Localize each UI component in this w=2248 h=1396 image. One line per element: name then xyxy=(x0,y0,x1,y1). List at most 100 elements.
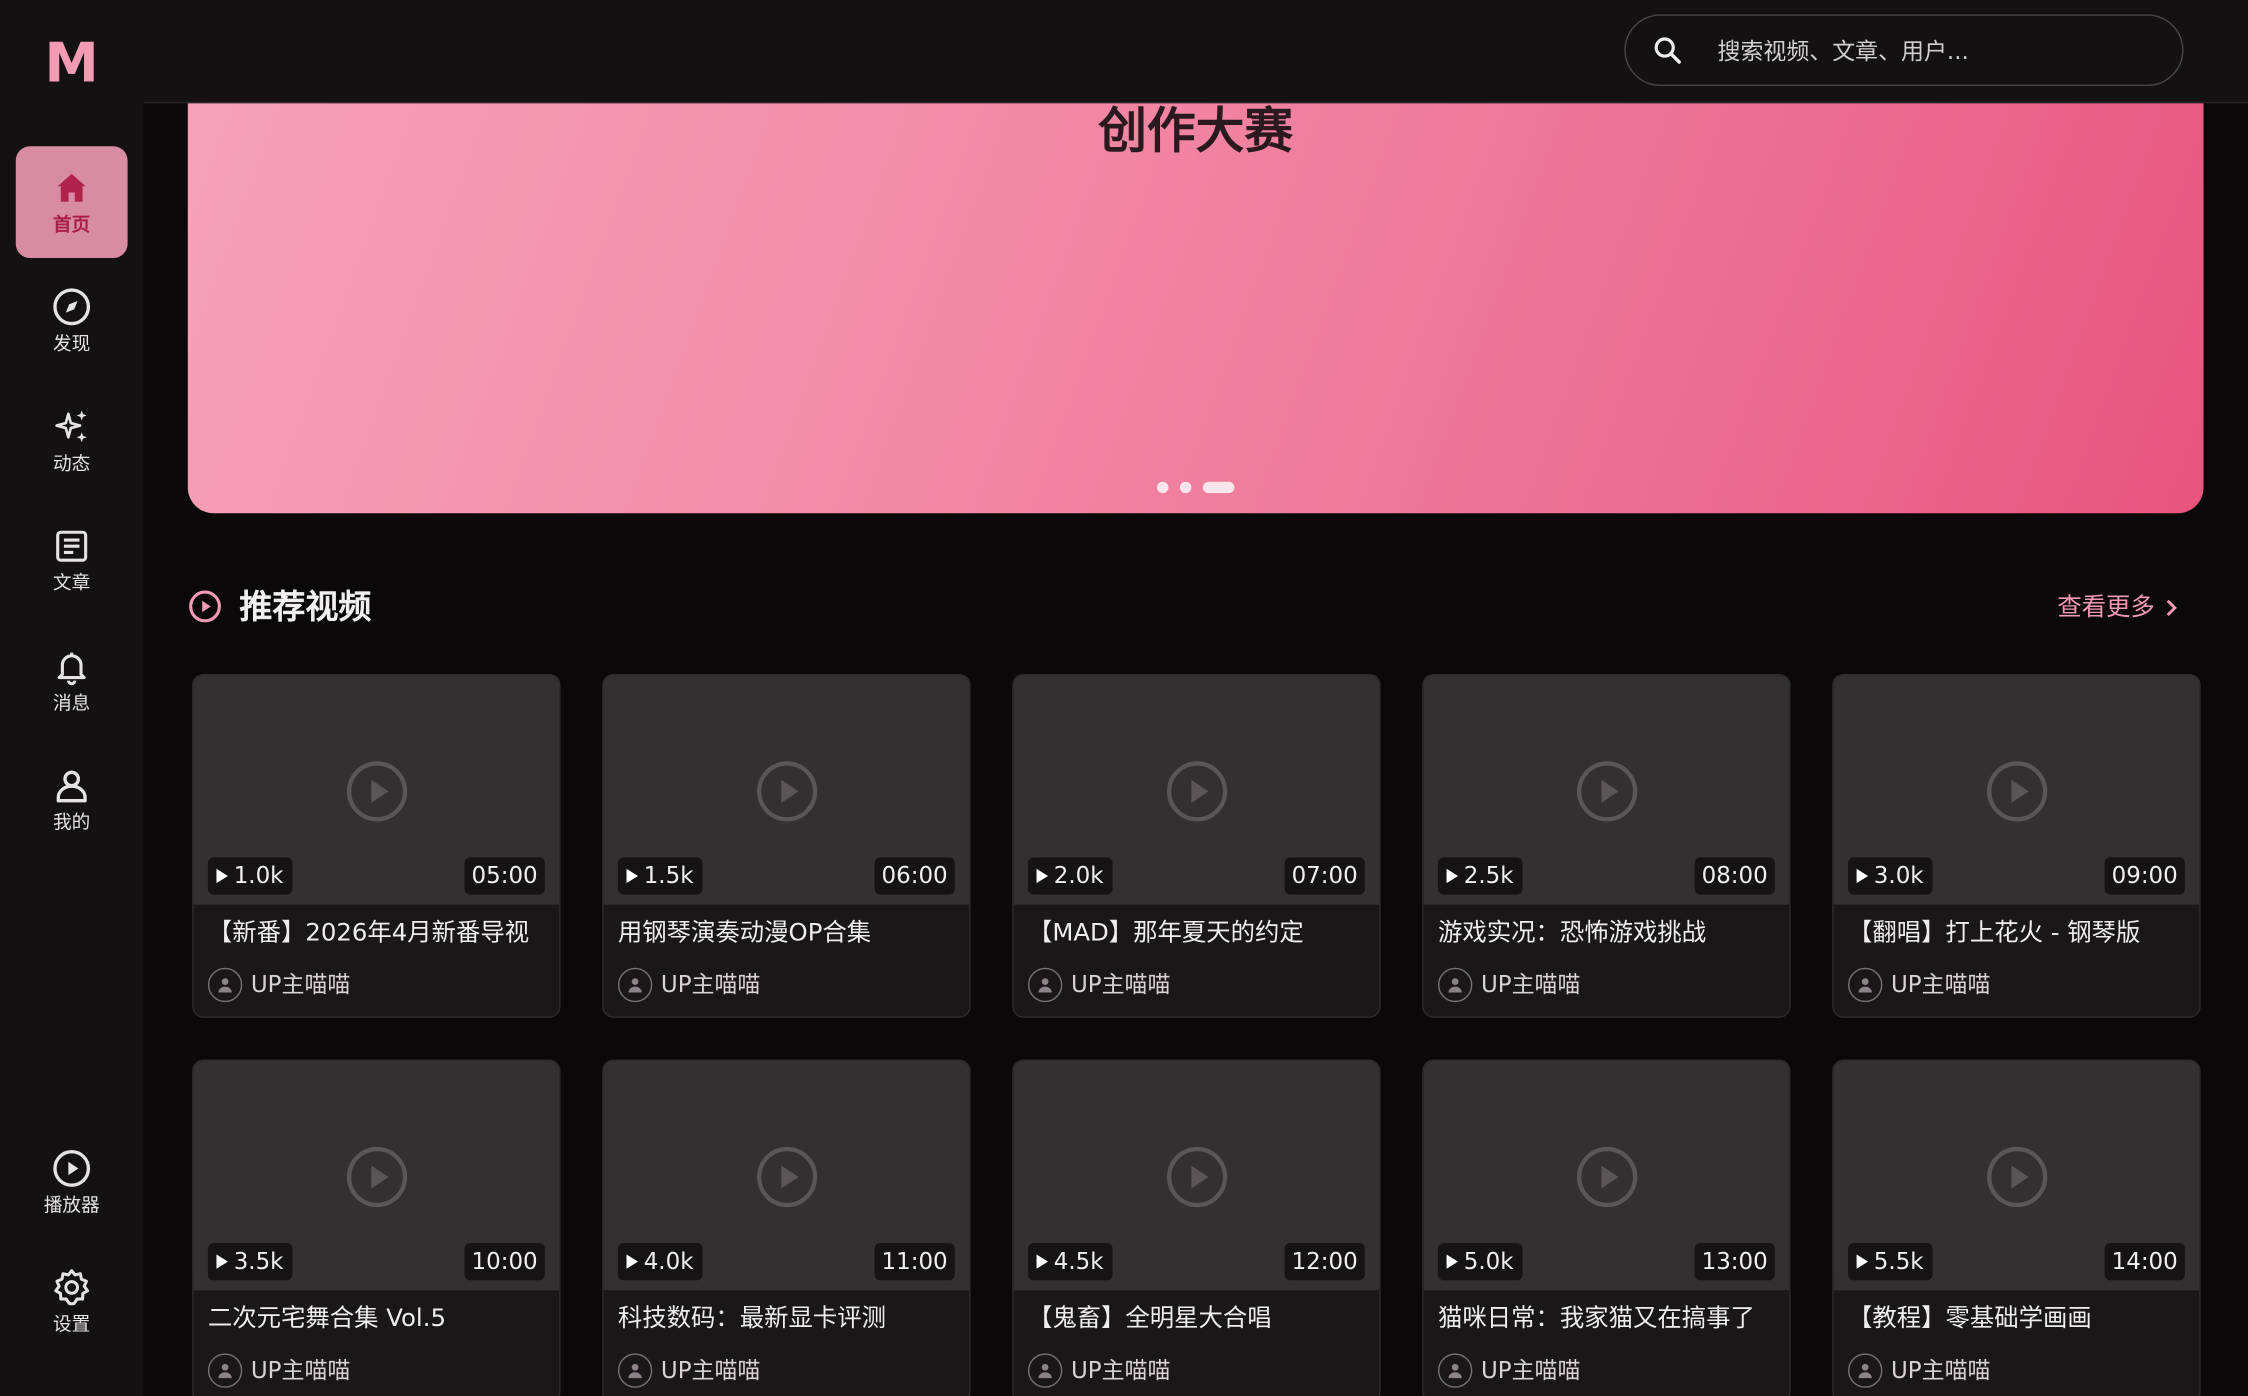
video-card[interactable]: 1.0k 05:00 【新番】2026年4月新番导视 UP主喵喵 xyxy=(192,673,561,1018)
play-icon xyxy=(346,1146,409,1209)
play-triangle-icon xyxy=(1446,868,1459,884)
view-count: 2.5k xyxy=(1463,861,1514,889)
video-title[interactable]: 【鬼畜】全明星大合唱 xyxy=(1028,1300,1368,1337)
video-author[interactable]: UP主喵喵 xyxy=(1027,967,1171,1003)
carousel-dots xyxy=(188,481,2204,494)
avatar-icon xyxy=(1437,1353,1473,1388)
video-card[interactable]: 5.0k 13:00 猫咪日常：我家猫又在搞事了 UP主喵喵 xyxy=(1422,1059,1791,1396)
play-icon xyxy=(1986,760,2049,823)
video-author[interactable]: UP主喵喵 xyxy=(1848,967,1991,1003)
video-card[interactable]: 2.5k 08:00 游戏实况：恐怖游戏挑战 UP主喵喵 xyxy=(1422,673,1791,1018)
view-count: 1.0k xyxy=(233,861,284,889)
video-thumbnail[interactable]: 4.5k 12:00 xyxy=(1013,1060,1380,1291)
sidebar-item-discover[interactable]: 发现 xyxy=(16,266,128,378)
video-card[interactable]: 3.0k 09:00 【翻唱】打上花火 - 钢琴版 UP主喵喵 xyxy=(1832,673,2201,1018)
author-name: UP主喵喵 xyxy=(1891,970,1991,998)
avatar-icon xyxy=(207,1353,243,1388)
duration-badge: 07:00 xyxy=(1284,857,1365,895)
video-author[interactable]: UP主喵喵 xyxy=(1437,967,1581,1003)
video-title[interactable]: 【教程】零基础学画画 xyxy=(1848,1300,2188,1337)
banner-title: 创作大赛 xyxy=(1098,103,1294,161)
video-author[interactable]: UP主喵喵 xyxy=(207,1353,350,1388)
play-triangle-icon xyxy=(216,868,228,884)
sidebar-item-label: 首页 xyxy=(53,214,91,236)
video-thumbnail[interactable]: 5.5k 14:00 xyxy=(1833,1060,2200,1291)
view-count-badge: 2.0k xyxy=(1027,857,1113,895)
duration-badge: 09:00 xyxy=(2104,857,2185,895)
video-author[interactable]: UP主喵喵 xyxy=(617,967,760,1003)
author-name: UP主喵喵 xyxy=(660,1356,761,1384)
sidebar: M 首页 发现 动态 文章 消息 我的 播放器 设置 xyxy=(0,0,144,1396)
author-name: UP主喵喵 xyxy=(1480,970,1581,998)
play-icon xyxy=(756,1146,819,1209)
view-count: 3.0k xyxy=(1873,861,1924,889)
video-author[interactable]: UP主喵喵 xyxy=(617,1353,761,1388)
section-header: 推荐视频 查看更多 xyxy=(188,582,2204,634)
play-icon xyxy=(1576,760,1639,823)
carousel-dot-active[interactable] xyxy=(1202,481,1235,494)
video-author[interactable]: UP主喵喵 xyxy=(1848,1353,1990,1388)
video-card[interactable]: 4.0k 11:00 科技数码：最新显卡评测 UP主喵喵 xyxy=(602,1059,971,1396)
video-title[interactable]: 游戏实况：恐怖游戏挑战 xyxy=(1438,915,1778,952)
chevron-right-icon xyxy=(2166,599,2177,617)
video-card[interactable]: 4.5k 12:00 【鬼畜】全明星大合唱 UP主喵喵 xyxy=(1012,1059,1381,1396)
avatar-icon xyxy=(1027,1353,1063,1388)
video-title[interactable]: 【新番】2026年4月新番导视 xyxy=(208,915,548,952)
search-icon[interactable] xyxy=(1652,34,1684,66)
video-card[interactable]: 2.0k 07:00 【MAD】那年夏天的约定 UP主喵喵 xyxy=(1012,673,1381,1018)
duration-badge: 08:00 xyxy=(1694,857,1775,895)
play-icon xyxy=(1166,760,1229,823)
sidebar-item-articles[interactable]: 文章 xyxy=(16,506,128,618)
carousel-dot[interactable] xyxy=(1156,481,1169,494)
play-circle-icon xyxy=(188,589,222,623)
sidebar-item-player[interactable]: 播放器 xyxy=(16,1127,128,1239)
author-name: UP主喵喵 xyxy=(250,970,351,998)
sparkles-icon xyxy=(52,407,92,447)
video-thumbnail[interactable]: 1.5k 06:00 xyxy=(603,675,970,905)
video-thumbnail[interactable]: 3.0k 09:00 xyxy=(1833,675,2200,905)
video-title[interactable]: 【MAD】那年夏天的约定 xyxy=(1028,915,1368,952)
video-title[interactable]: 用钢琴演奏动漫OP合集 xyxy=(618,915,958,952)
sidebar-item-profile[interactable]: 我的 xyxy=(16,745,128,857)
video-thumbnail[interactable]: 4.0k 11:00 xyxy=(603,1060,970,1291)
duration-badge: 13:00 xyxy=(1694,1242,1775,1281)
sidebar-item-label: 文章 xyxy=(53,573,91,596)
article-icon xyxy=(52,527,92,567)
video-card[interactable]: 1.5k 06:00 用钢琴演奏动漫OP合集 UP主喵喵 xyxy=(602,673,971,1018)
video-title[interactable]: 科技数码：最新显卡评测 xyxy=(618,1300,958,1337)
search-box[interactable] xyxy=(1624,14,2184,87)
avatar-icon xyxy=(617,967,653,1003)
video-thumbnail[interactable]: 2.0k 07:00 xyxy=(1013,675,1380,905)
author-name: UP主喵喵 xyxy=(1070,970,1171,998)
video-title[interactable]: 猫咪日常：我家猫又在搞事了 xyxy=(1438,1300,1778,1337)
video-author[interactable]: UP主喵喵 xyxy=(1437,1353,1580,1388)
sidebar-item-settings[interactable]: 设置 xyxy=(16,1247,128,1359)
play-triangle-icon xyxy=(1856,1254,1869,1269)
app-logo[interactable]: M xyxy=(0,32,143,95)
play-triangle-icon xyxy=(1446,1254,1459,1269)
duration-badge: 11:00 xyxy=(874,1242,955,1281)
view-count: 4.0k xyxy=(643,1247,694,1275)
video-thumbnail[interactable]: 5.0k 13:00 xyxy=(1423,1060,1790,1291)
video-thumbnail[interactable]: 3.5k 10:00 xyxy=(193,1060,560,1291)
video-title[interactable]: 二次元宅舞合集 Vol.5 xyxy=(208,1300,548,1337)
view-more-link[interactable]: 查看更多 xyxy=(2057,591,2180,625)
video-title[interactable]: 【翻唱】打上花火 - 钢琴版 xyxy=(1848,915,2188,952)
video-author[interactable]: UP主喵喵 xyxy=(207,967,351,1003)
video-card[interactable]: 3.5k 10:00 二次元宅舞合集 Vol.5 UP主喵喵 xyxy=(192,1059,561,1396)
view-more-label: 查看更多 xyxy=(2057,593,2155,623)
sidebar-item-home[interactable]: 首页 xyxy=(15,146,128,259)
sidebar-item-feed[interactable]: 动态 xyxy=(16,386,128,498)
video-card[interactable]: 5.5k 14:00 【教程】零基础学画画 UP主喵喵 xyxy=(1832,1059,2201,1396)
search-input[interactable] xyxy=(1717,36,2148,64)
play-triangle-icon xyxy=(1036,1254,1049,1269)
sidebar-item-messages[interactable]: 消息 xyxy=(16,626,128,738)
duration-badge: 05:00 xyxy=(464,857,545,895)
avatar-icon xyxy=(617,1353,653,1388)
video-author[interactable]: UP主喵喵 xyxy=(1027,1353,1171,1388)
video-thumbnail[interactable]: 2.5k 08:00 xyxy=(1423,675,1790,905)
play-icon xyxy=(1166,1146,1229,1209)
author-name: UP主喵喵 xyxy=(1070,1356,1171,1384)
video-thumbnail[interactable]: 1.0k 05:00 xyxy=(193,675,560,905)
carousel-dot[interactable] xyxy=(1179,481,1192,494)
